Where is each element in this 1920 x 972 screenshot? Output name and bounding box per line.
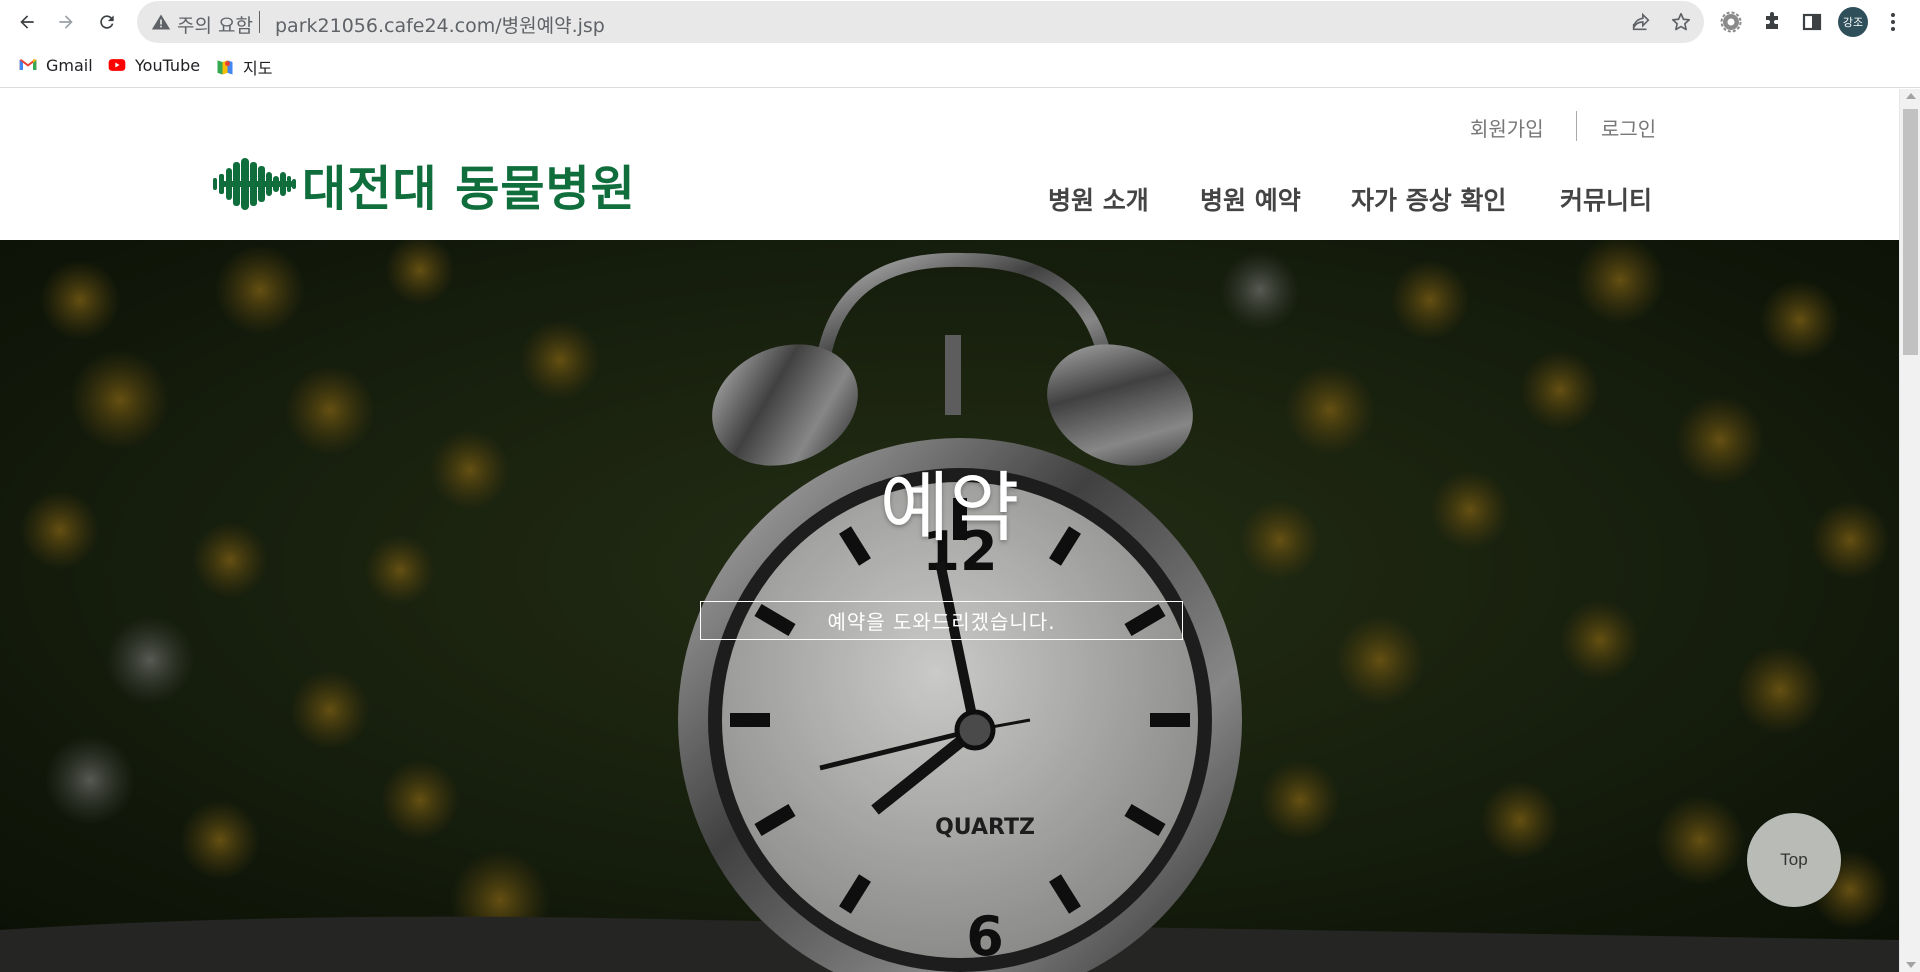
reload-icon xyxy=(100,15,114,29)
bookmark-label: YouTube xyxy=(135,55,201,75)
scroll-up-arrow-icon[interactable] xyxy=(1906,93,1916,99)
share-icon[interactable] xyxy=(1630,11,1652,33)
scroll-thumb[interactable] xyxy=(1903,109,1918,355)
hero-banner: 12 6 QUARTZ 예약 예약을 도와드리겠습니다. xyxy=(0,240,1899,972)
bookmark-label: 지도 xyxy=(243,59,273,78)
url-text[interactable]: park21056.cafe24.com/병원예약.jsp xyxy=(275,11,605,38)
arrow-left-icon xyxy=(20,15,34,29)
maps-icon xyxy=(217,60,233,75)
forward-button[interactable] xyxy=(52,8,80,36)
address-bar[interactable]: 주의 요함 park21056.cafe24.com/병원예약.jsp xyxy=(137,1,1704,43)
puzzle-icon[interactable] xyxy=(1760,10,1784,34)
profile-avatar[interactable]: 강조 xyxy=(1838,7,1868,37)
warning-icon xyxy=(151,14,171,30)
browser-toolbar: 주의 요함 park21056.cafe24.com/병원예약.jsp 강조 xyxy=(0,0,1920,44)
bookmark-maps[interactable]: 지도 xyxy=(215,55,272,79)
scroll-down-arrow-icon[interactable] xyxy=(1906,962,1916,968)
nav-symptom-check[interactable]: 자가 증상 확인 xyxy=(1351,181,1506,217)
arrow-right-icon xyxy=(59,15,73,29)
gmail-icon xyxy=(19,59,37,70)
star-icon[interactable] xyxy=(1670,11,1692,33)
nav-community[interactable]: 커뮤니티 xyxy=(1560,181,1652,217)
scroll-to-top-button[interactable]: Top xyxy=(1747,813,1841,907)
hero-title: 예약 xyxy=(879,463,1020,552)
side-panel-icon[interactable] xyxy=(1800,10,1824,34)
site-header: 대전대 동물병원 회원가입 로그인 병원 소개 병원 예약 자가 증상 확인 커… xyxy=(0,89,1899,240)
page-viewport: 대전대 동물병원 회원가입 로그인 병원 소개 병원 예약 자가 증상 확인 커… xyxy=(0,89,1899,972)
page-scrollbar[interactable] xyxy=(1899,89,1920,972)
login-link[interactable]: 로그인 xyxy=(1601,113,1656,142)
bookmark-gmail[interactable]: Gmail xyxy=(18,55,93,75)
bookmark-label: Gmail xyxy=(46,55,93,75)
more-vertical-icon[interactable] xyxy=(1881,10,1905,34)
omnibox-divider xyxy=(259,11,260,33)
nav-reservation[interactable]: 병원 예약 xyxy=(1200,181,1301,217)
logo-text: 대전대 동물병원 xyxy=(302,161,636,217)
back-button[interactable] xyxy=(13,8,41,36)
security-label: 주의 요함 xyxy=(177,15,253,37)
soundwave-logo-icon xyxy=(213,158,296,210)
bookmark-youtube[interactable]: YouTube xyxy=(107,55,200,75)
hero-subtitle-box: 예약을 도와드리겠습니다. xyxy=(700,601,1183,640)
util-divider xyxy=(1576,111,1577,141)
youtube-icon xyxy=(108,59,126,71)
reload-button[interactable] xyxy=(93,8,121,36)
extension-gear-icon[interactable] xyxy=(1719,10,1743,34)
site-logo[interactable]: 대전대 동물병원 xyxy=(212,149,636,219)
bookmarks-bar: Gmail YouTube 지도 xyxy=(0,44,1920,88)
nav-hospital-intro[interactable]: 병원 소개 xyxy=(1048,181,1149,217)
signup-link[interactable]: 회원가입 xyxy=(1470,113,1544,142)
